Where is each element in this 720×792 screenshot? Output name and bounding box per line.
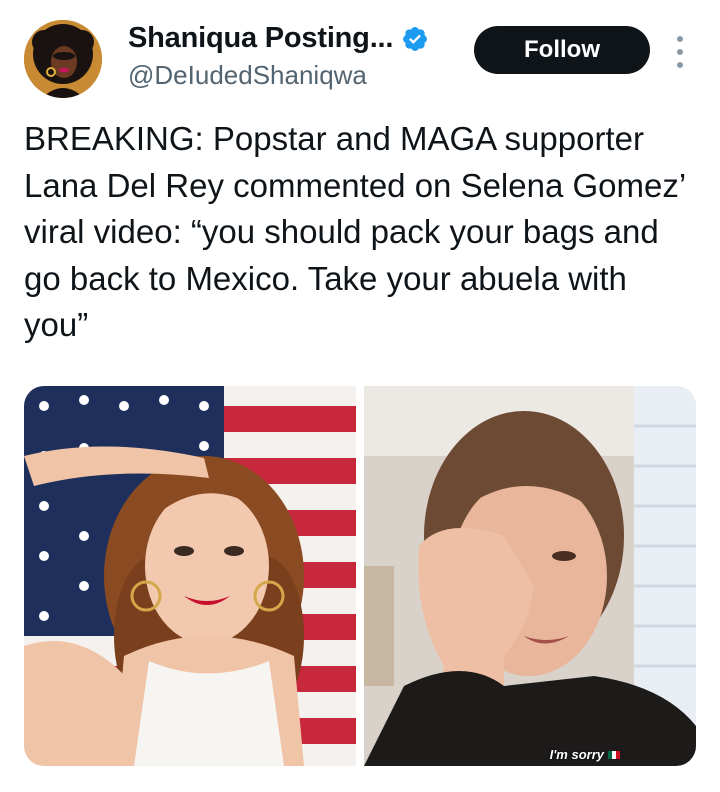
more-dot (677, 62, 683, 68)
more-options-icon[interactable] (668, 36, 692, 68)
tweet-text: BREAKING: Popstar and MAGA supporter Lan… (24, 120, 685, 343)
author-display-name[interactable]: Shaniqua Posting... (128, 22, 393, 55)
media-photo-right[interactable]: I'm sorry (364, 386, 696, 766)
media-photo-left[interactable] (24, 386, 356, 766)
avatar-illustration-icon (24, 20, 102, 98)
verified-badge-icon (403, 26, 428, 51)
video-caption: I'm sorry (550, 747, 620, 762)
mexico-flag-icon (608, 750, 620, 759)
avatar[interactable] (24, 20, 102, 98)
video-caption-text: I'm sorry (549, 747, 604, 762)
author-handle[interactable]: @DeIudedShaniqwa (128, 60, 367, 91)
more-dot (677, 36, 683, 42)
author-name-row[interactable]: Shaniqua Posting... (128, 22, 429, 55)
flag-portrait-image (24, 386, 356, 766)
tweet-card: Shaniqua Posting... @DeIudedShaniqwa Fol… (0, 0, 720, 792)
follow-button[interactable]: Follow (474, 26, 650, 74)
more-dot (677, 49, 683, 55)
media-grid: I'm sorry (24, 386, 696, 766)
video-still-image (364, 386, 696, 766)
